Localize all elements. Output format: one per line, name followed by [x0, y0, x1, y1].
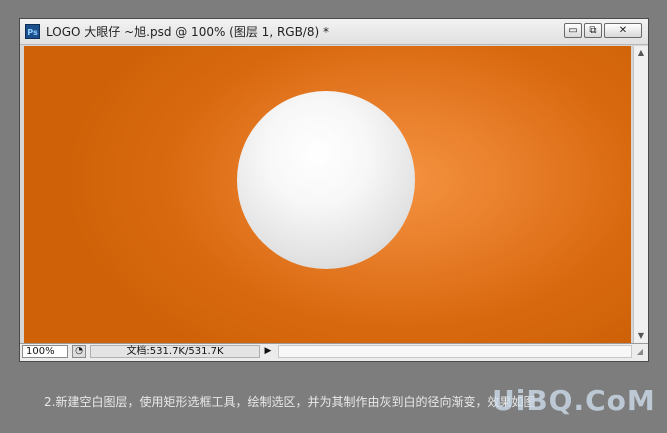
close-icon[interactable]: ✕	[604, 23, 642, 38]
window-controls: ▭ ⧉ ✕	[564, 23, 642, 38]
site-watermark: UiBQ.CoM	[492, 384, 656, 417]
image-canvas[interactable]	[24, 46, 631, 343]
status-bar: 100% ◔ 文档:531.7K/531.7K ▶ ◢	[20, 343, 648, 361]
document-size-info: 文档:531.7K/531.7K	[90, 345, 260, 358]
vertical-scrollbar[interactable]: ▲ ▼	[633, 46, 648, 343]
minimize-icon[interactable]: ▭	[564, 23, 582, 38]
status-info-icon[interactable]: ◔	[72, 345, 86, 358]
window-title: LOGO 大眼仔 ~旭.psd @ 100% (图层 1, RGB/8) *	[46, 25, 329, 39]
restore-icon[interactable]: ⧉	[584, 23, 602, 38]
photoshop-icon: Ps	[25, 24, 40, 39]
zoom-field[interactable]: 100%	[22, 345, 68, 358]
document-window[interactable]: Ps LOGO 大眼仔 ~旭.psd @ 100% (图层 1, RGB/8) …	[19, 18, 649, 362]
resize-grip-icon[interactable]: ◢	[634, 346, 646, 358]
tutorial-caption: 2.新建空白图层，使用矩形选框工具，绘制选区，并为其制作由灰到白的径向渐变，效果…	[44, 395, 536, 409]
status-menu-arrow-icon[interactable]: ▶	[262, 345, 274, 358]
horizontal-scrollbar[interactable]	[278, 345, 632, 358]
white-sphere	[237, 91, 415, 269]
scroll-down-icon[interactable]: ▼	[634, 329, 648, 343]
title-bar[interactable]: Ps LOGO 大眼仔 ~旭.psd @ 100% (图层 1, RGB/8) …	[20, 19, 648, 45]
scroll-up-icon[interactable]: ▲	[634, 46, 648, 60]
